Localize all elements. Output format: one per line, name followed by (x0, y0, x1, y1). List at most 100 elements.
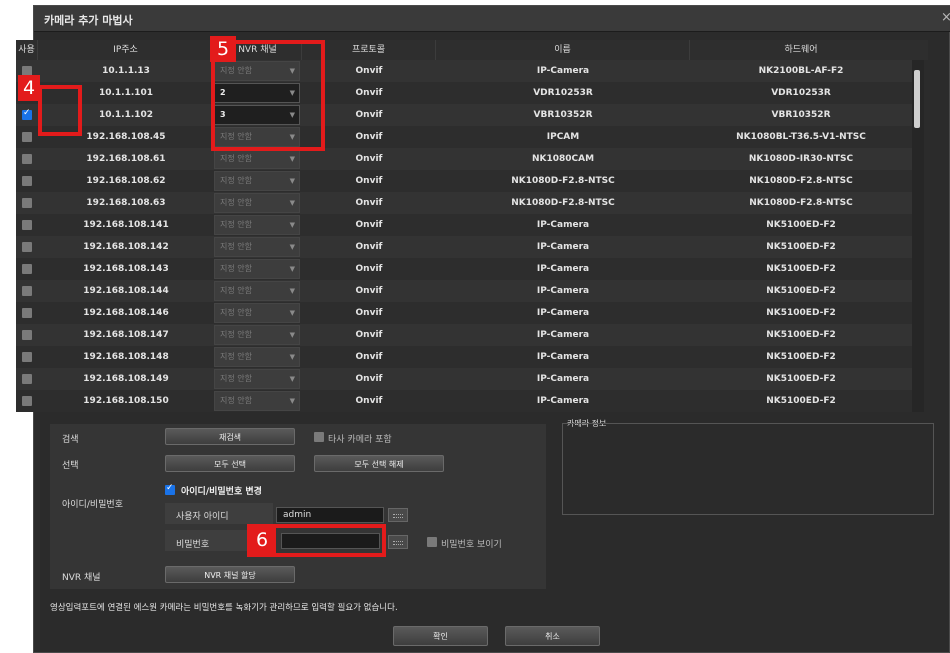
dropdown-arrow-icon: ▼ (289, 375, 295, 383)
deselect-all-button[interactable]: 모두 선택 해제 (314, 455, 444, 472)
use-checkbox[interactable] (22, 132, 32, 142)
nvr-channel-select[interactable]: 지정 안함 ▼ (214, 325, 300, 345)
hardware-cell: NK5100ED-F2 (766, 308, 836, 318)
table-row[interactable]: 192.168.108.146 지정 안함 ▼ Onvif IP-Camera NK510… (16, 302, 912, 324)
ok-button[interactable]: 확인 (393, 626, 488, 646)
use-checkbox[interactable] (22, 154, 32, 164)
table-row[interactable]: 192.168.108.143 지정 안함 ▼ Onvif IP-Camera NK510… (16, 258, 912, 280)
scrollbar-thumb[interactable] (914, 70, 920, 128)
nvr-channel-select[interactable]: 지정 안함 ▼ (214, 259, 300, 279)
rescan-button[interactable]: 재검색 (165, 428, 295, 445)
nvr-channel-select[interactable]: 지정 안함 ▼ (214, 171, 300, 191)
use-checkbox[interactable] (22, 220, 32, 230)
dropdown-arrow-icon: ▼ (289, 309, 295, 317)
nvr-channel-select[interactable]: 지정 안함 ▼ (214, 215, 300, 235)
nvr-channel-value: 지정 안함 (220, 286, 252, 295)
table-row[interactable]: 192.168.108.45 지정 안함 ▼ Onvif IPCAM NK1080BL-T… (16, 126, 912, 148)
header-name[interactable]: 이름 (436, 40, 690, 60)
name-cell: IP-Camera (536, 66, 590, 76)
name-cell: IP-Camera (536, 330, 590, 340)
table-row[interactable]: 192.168.108.144 지정 안함 ▼ Onvif IP-Camera NK510… (16, 280, 912, 302)
table-row[interactable]: 192.168.108.141 지정 안함 ▼ Onvif IP-Camera NK510… (16, 214, 912, 236)
ip-cell: 192.168.108.62 (86, 176, 166, 186)
table-row[interactable]: 192.168.108.149 지정 안함 ▼ Onvif IP-Camera NK510… (16, 368, 912, 390)
protocol-cell: Onvif (355, 242, 383, 252)
assign-nvr-channel-button[interactable]: NVR 채널 할당 (165, 566, 295, 583)
third-party-checkbox[interactable] (314, 432, 324, 442)
hardware-cell: NK5100ED-F2 (766, 352, 836, 362)
ip-cell: 192.168.108.141 (83, 220, 169, 230)
hardware-cell: NK5100ED-F2 (766, 286, 836, 296)
show-password-checkbox[interactable] (427, 537, 437, 547)
nvr-channel-value: 지정 안함 (220, 220, 252, 229)
protocol-cell: Onvif (355, 308, 383, 318)
change-credentials-checkbox[interactable] (165, 483, 175, 495)
use-checkbox[interactable] (22, 286, 32, 296)
nvr-channel-value: 지정 안함 (220, 264, 252, 273)
hardware-cell: NK5100ED-F2 (766, 220, 836, 230)
protocol-cell: Onvif (355, 374, 383, 384)
table-row[interactable]: 192.168.108.148 지정 안함 ▼ Onvif IP-Camera NK510… (16, 346, 912, 368)
camera-table-body: 10.1.1.13 지정 안함 ▼ Onvif IP-Camera NK2100BL-AF… (16, 60, 912, 412)
use-checkbox[interactable] (22, 330, 32, 340)
close-icon[interactable]: × (941, 10, 950, 25)
table-row[interactable]: 192.168.108.147 지정 안함 ▼ Onvif IP-Camera NK510… (16, 324, 912, 346)
table-row[interactable]: 192.168.108.150 지정 안함 ▼ Onvif IP-Camera NK510… (16, 390, 912, 412)
use-checkbox[interactable] (22, 108, 32, 120)
table-row[interactable]: 192.168.108.63 지정 안함 ▼ Onvif NK1080D-F2.8-NT… (16, 192, 912, 214)
hardware-cell: VDR10253R (771, 88, 831, 98)
hardware-cell: NK5100ED-F2 (766, 242, 836, 252)
nvr-channel-select[interactable]: 지정 안함 ▼ (214, 369, 300, 389)
dropdown-arrow-icon: ▼ (289, 221, 295, 229)
ip-cell: 192.168.108.142 (83, 242, 169, 252)
keyboard-icon[interactable] (388, 535, 408, 549)
table-row[interactable]: 10.1.1.1012▼OnvifVDR10253RVDR10253R (16, 82, 912, 104)
nvr-channel-select[interactable]: 지정 안함 ▼ (214, 391, 300, 411)
nvr-channel-select[interactable]: 지정 안함 ▼ (214, 149, 300, 169)
header-use[interactable]: 사용 (16, 40, 38, 60)
table-row[interactable]: 192.168.108.142 지정 안함 ▼ Onvif IP-Camera NK510… (16, 236, 912, 258)
keyboard-icon[interactable] (388, 508, 408, 522)
hardware-cell: NK2100BL-AF-F2 (758, 66, 844, 76)
nvr-channel-select[interactable]: 지정 안함 ▼ (214, 237, 300, 257)
table-row[interactable]: 10.1.1.13 지정 안함 ▼ Onvif IP-Camera NK2100BL-AF… (16, 60, 912, 82)
use-checkbox[interactable] (22, 176, 32, 186)
use-checkbox[interactable] (22, 396, 32, 406)
use-checkbox[interactable] (22, 264, 32, 274)
cancel-button[interactable]: 취소 (505, 626, 600, 646)
ip-cell: 192.168.108.150 (83, 396, 169, 406)
show-password-label: 비밀번호 보이기 (441, 540, 502, 550)
table-scrollbar[interactable] (912, 60, 924, 412)
use-checkbox[interactable] (22, 198, 32, 208)
table-row[interactable]: 192.168.108.61 지정 안함 ▼ Onvif NK1080CAM NK1080… (16, 148, 912, 170)
nvr-channel-select[interactable]: 지정 안함 ▼ (214, 303, 300, 323)
table-row[interactable]: 10.1.1.1023▼OnvifVBR10352RVBR10352R (16, 104, 912, 126)
header-ip[interactable]: IP주소 (38, 40, 214, 60)
use-checkbox[interactable] (22, 352, 32, 362)
header-hardware[interactable]: 하드웨어 (690, 40, 912, 60)
table-row[interactable]: 192.168.108.62 지정 안함 ▼ Onvif NK1080D-F2.8-NT… (16, 170, 912, 192)
dropdown-arrow-icon: ▼ (289, 287, 295, 295)
nvr-channel-select[interactable]: 지정 안함 ▼ (214, 193, 300, 213)
hardware-cell: VBR10352R (771, 110, 831, 120)
nvr-channel-select[interactable]: 지정 안함 ▼ (214, 347, 300, 367)
use-checkbox[interactable] (22, 242, 32, 252)
dropdown-arrow-icon: ▼ (289, 331, 295, 339)
select-all-button[interactable]: 모두 선택 (165, 455, 295, 472)
use-checkbox[interactable] (22, 374, 32, 384)
hardware-cell: NK5100ED-F2 (766, 374, 836, 384)
user-id-label: 사용자 아이디 (176, 512, 229, 522)
ip-cell: 192.168.108.146 (83, 308, 169, 318)
dropdown-arrow-icon: ▼ (289, 353, 295, 361)
window-title: 카메라 추가 마법사 (44, 14, 133, 27)
dropdown-arrow-icon: ▼ (289, 243, 295, 251)
name-cell: IP-Camera (536, 242, 590, 252)
name-cell: NK1080CAM (531, 154, 595, 164)
search-label: 검색 (62, 435, 79, 445)
nvr-channel-value: 지정 안함 (220, 154, 252, 163)
nvr-channel-select[interactable]: 지정 안함 ▼ (214, 281, 300, 301)
use-checkbox[interactable] (22, 308, 32, 318)
name-cell: IP-Camera (536, 264, 590, 274)
notice-text: 영상입력포트에 연결된 에스원 카메라는 비밀번호를 녹화기가 관리하므로 입력… (50, 603, 398, 613)
user-id-input[interactable]: admin (276, 507, 384, 523)
